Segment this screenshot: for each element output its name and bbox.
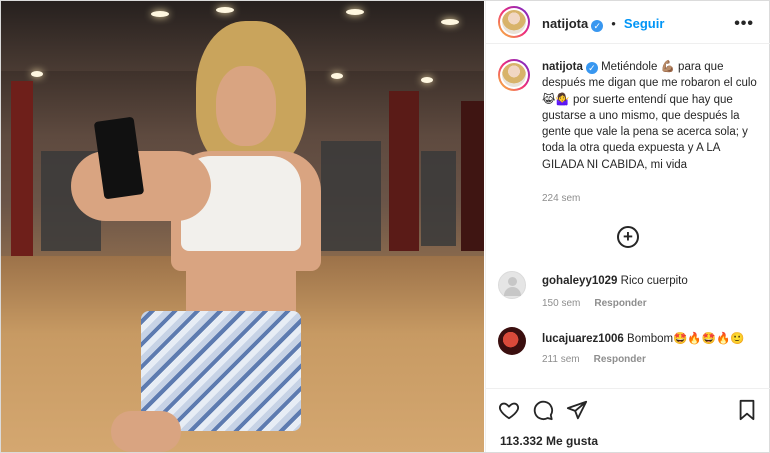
midriff [186, 256, 296, 316]
gym-pillar [11, 81, 33, 261]
author-username[interactable]: natijota [542, 16, 588, 31]
comment-username[interactable]: gohaleyy1029 [542, 275, 617, 287]
caption-text-wrap: natijota ✓ Metiéndole 💪🏽 para que después… [542, 59, 760, 173]
ceiling-light [441, 19, 459, 25]
post-header: natijota ✓ • Seguir ••• [486, 1, 770, 44]
verified-icon: ✓ [591, 20, 604, 32]
share-icon[interactable] [566, 399, 588, 421]
default-avatar-icon [504, 287, 521, 296]
ceiling-light [151, 11, 169, 17]
ceiling-light [31, 71, 43, 77]
commenter-avatar[interactable] [498, 327, 526, 355]
heart-icon[interactable] [498, 399, 520, 421]
comment-body: gohaleyy1029 Rico cuerpito [542, 275, 688, 287]
comment-username[interactable]: lucajuarez1006 [542, 333, 624, 345]
comment-icon[interactable] [532, 399, 554, 421]
face [216, 66, 276, 146]
comment-time[interactable]: 150 sem [542, 298, 580, 309]
comment-meta: 150 sem Responder [542, 298, 661, 309]
post-photo[interactable] [1, 1, 484, 452]
ceiling-light [331, 73, 343, 79]
reply-button[interactable]: Responder [594, 298, 646, 309]
header-meta: natijota ✓ • Seguir [542, 15, 664, 33]
follow-button[interactable]: Seguir [624, 16, 664, 31]
caption-text: Metiéndole 💪🏽 para que después me digan … [542, 61, 757, 171]
avatar-image [502, 63, 526, 87]
gym-pillar [461, 101, 484, 251]
comment-text: Bombom🤩🔥🤩🔥🙂 [627, 333, 745, 345]
ceiling-light [421, 77, 433, 83]
comment-item: gohaleyy1029 Rico cuerpito 150 sem Respon… [498, 271, 760, 315]
more-icon[interactable]: ••• [734, 15, 754, 33]
caption-username[interactable]: natijota [542, 61, 583, 73]
likes-count[interactable]: 113.332 Me gusta [500, 434, 598, 448]
bookmark-icon[interactable] [736, 399, 758, 421]
comment-item: lucajuarez1006 Bombom🤩🔥🤩🔥🙂 211 sem Respon… [498, 327, 760, 371]
commenter-avatar[interactable] [498, 271, 526, 299]
comment-meta: 211 sem Responder [542, 354, 660, 365]
ceiling-light [346, 9, 364, 15]
author-avatar[interactable] [498, 6, 530, 38]
comment-time[interactable]: 211 sem [542, 354, 580, 365]
separator-dot: • [607, 16, 620, 31]
caption-timestamp[interactable]: 224 sem [542, 193, 580, 204]
avatar-image [502, 10, 526, 34]
gym-pillar [389, 91, 419, 251]
actions-bar: 113.332 Me gusta [486, 388, 770, 452]
gym-machine [321, 141, 381, 251]
reply-button[interactable]: Responder [594, 354, 646, 365]
plus-circle-icon[interactable]: + [617, 226, 639, 248]
caption-avatar[interactable] [498, 59, 530, 91]
default-avatar-icon [508, 277, 517, 286]
post-sidebar: natijota ✓ • Seguir ••• natijota ✓ Metiénd… [485, 1, 770, 452]
gym-machine [421, 151, 456, 246]
leg [111, 411, 181, 452]
comment-body: lucajuarez1006 Bombom🤩🔥🤩🔥🙂 [542, 331, 745, 345]
comment-text: Rico cuerpito [620, 275, 688, 287]
ceiling-light [216, 7, 234, 13]
verified-icon: ✓ [585, 62, 598, 74]
